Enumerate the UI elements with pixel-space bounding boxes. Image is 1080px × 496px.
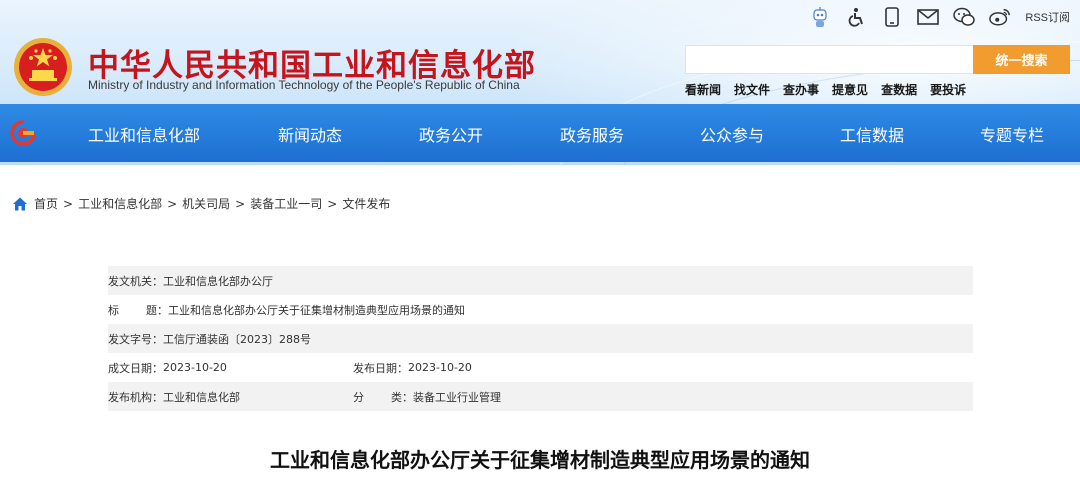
nav-item-topics[interactable]: 专题专栏 bbox=[980, 122, 1044, 146]
title-label: 标 题： bbox=[108, 303, 168, 317]
title-value: 工业和信息化部办公厅关于征集增材制造典型应用场景的通知 bbox=[168, 303, 465, 317]
site-subtitle: Ministry of Industry and Information Tec… bbox=[88, 78, 520, 92]
published-date-value: 2023-10-20 bbox=[408, 361, 472, 374]
main-nav: 工业和信息化部 新闻动态 政务公开 政务服务 公众参与 工信数据 专题专栏 bbox=[0, 104, 1080, 162]
issuer-value: 工业和信息化部办公厅 bbox=[163, 274, 273, 288]
accessibility-icon[interactable] bbox=[845, 6, 867, 28]
nav-item-data[interactable]: 工信数据 bbox=[840, 122, 904, 146]
breadcrumb-separator: > bbox=[167, 196, 178, 211]
nav-item-news[interactable]: 新闻动态 bbox=[278, 122, 342, 146]
breadcrumb-separator: > bbox=[327, 196, 338, 211]
meta-row-dates: 成文日期： 2023-10-20 发布日期： 2023-10-20 bbox=[108, 353, 973, 382]
quick-link-files[interactable]: 找文件 bbox=[734, 81, 770, 98]
search-input[interactable] bbox=[685, 45, 973, 74]
docno-value: 工信厅通装函〔2023〕288号 bbox=[163, 332, 311, 346]
breadcrumb-equipment-dept[interactable]: 装备工业一司 bbox=[250, 195, 322, 212]
meta-row-title: 标 题： 工业和信息化部办公厅关于征集增材制造典型应用场景的通知 bbox=[108, 295, 973, 324]
nav-item-gov-affairs[interactable]: 政务公开 bbox=[419, 122, 483, 146]
quick-link-feedback[interactable]: 提意见 bbox=[832, 81, 868, 98]
robot-assistant-icon[interactable] bbox=[809, 6, 831, 28]
breadcrumb-separator: > bbox=[63, 196, 74, 211]
created-date-value: 2023-10-20 bbox=[163, 361, 227, 374]
quick-links: 看新闻 找文件 查办事 提意见 查数据 要投诉 bbox=[685, 81, 966, 98]
quick-link-data[interactable]: 查数据 bbox=[881, 81, 917, 98]
rss-label: RSS订阅 bbox=[1025, 12, 1070, 24]
category-label: 分 类： bbox=[353, 390, 413, 404]
org-label: 发布机构： bbox=[108, 390, 163, 404]
breadcrumb-documents[interactable]: 文件发布 bbox=[342, 195, 390, 212]
nav-item-miit[interactable]: 工业和信息化部 bbox=[88, 122, 200, 146]
miit-logo-icon[interactable] bbox=[10, 120, 36, 146]
category-value: 装备工业行业管理 bbox=[413, 390, 501, 404]
breadcrumb-departments[interactable]: 机关司局 bbox=[182, 195, 230, 212]
national-emblem-icon[interactable] bbox=[12, 36, 74, 98]
breadcrumb-home[interactable]: 首页 bbox=[34, 195, 58, 212]
weibo-icon[interactable] bbox=[989, 6, 1011, 28]
created-date-label: 成文日期： bbox=[108, 361, 163, 375]
home-icon bbox=[13, 197, 27, 210]
rss-link[interactable]: RSS订阅 bbox=[1025, 9, 1070, 25]
quick-link-complaint[interactable]: 要投诉 bbox=[930, 81, 966, 98]
nav-items: 工业和信息化部 新闻动态 政务公开 政务服务 公众参与 工信数据 专题专栏 bbox=[55, 104, 1075, 162]
breadcrumb: 首页 > 工业和信息化部 > 机关司局 > 装备工业一司 > 文件发布 bbox=[12, 195, 390, 212]
org-value: 工业和信息化部 bbox=[163, 390, 240, 404]
meta-row-docno: 发文字号： 工信厅通装函〔2023〕288号 bbox=[108, 324, 973, 353]
mobile-icon[interactable] bbox=[881, 6, 903, 28]
utility-icons: RSS订阅 bbox=[809, 5, 1070, 29]
breadcrumb-separator: > bbox=[235, 196, 246, 211]
published-date-label: 发布日期： bbox=[353, 361, 408, 375]
search-button[interactable]: 统一搜索 bbox=[973, 45, 1070, 74]
quick-link-news[interactable]: 看新闻 bbox=[685, 81, 721, 98]
document-meta-table: 发文机关： 工业和信息化部办公厅 标 题： 工业和信息化部办公厅关于征集增材制造… bbox=[108, 266, 973, 411]
nav-item-services[interactable]: 政务服务 bbox=[560, 122, 624, 146]
meta-row-org: 发布机构： 工业和信息化部 分 类： 装备工业行业管理 bbox=[108, 382, 973, 411]
document-title: 工业和信息化部办公厅关于征集增材制造典型应用场景的通知 bbox=[270, 448, 810, 472]
meta-row-issuer: 发文机关： 工业和信息化部办公厅 bbox=[108, 266, 973, 295]
quick-link-services[interactable]: 查办事 bbox=[783, 81, 819, 98]
docno-label: 发文字号： bbox=[108, 332, 163, 346]
issuer-label: 发文机关： bbox=[108, 274, 163, 288]
breadcrumb-miit[interactable]: 工业和信息化部 bbox=[78, 195, 162, 212]
mail-icon[interactable] bbox=[917, 6, 940, 28]
nav-item-participation[interactable]: 公众参与 bbox=[700, 122, 764, 146]
wechat-icon[interactable] bbox=[953, 6, 976, 28]
